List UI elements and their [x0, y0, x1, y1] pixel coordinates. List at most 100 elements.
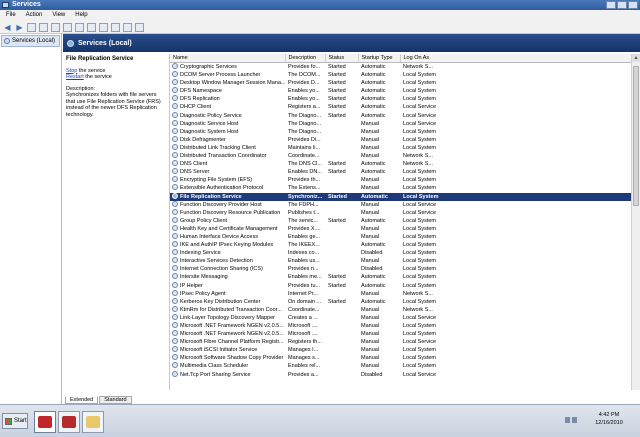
- table-row[interactable]: DCOM Server Process Launcher The DCOM... S…: [170, 71, 632, 79]
- table-row[interactable]: Microsoft .NET Framework NGEN v2.0.5... M…: [170, 322, 632, 330]
- table-row[interactable]: KtmRm for Distributed Transaction Coor..…: [170, 305, 632, 314]
- table-row[interactable]: DNS Client The DNS Cl... Started Automatic N…: [170, 160, 632, 168]
- table-row[interactable]: Multimedia Class Scheduler Enables rel...…: [170, 362, 632, 370]
- vertical-scrollbar[interactable]: ▲: [631, 54, 640, 390]
- service-description: Coordinate...: [288, 153, 320, 160]
- service-name: Intersite Messaging: [170, 273, 285, 281]
- table-row[interactable]: File Replication Service Synchroniz... Sta…: [170, 192, 632, 201]
- table-row[interactable]: DHCP Client Registers a... Started Automati…: [170, 103, 632, 111]
- column-header-log-on-as[interactable]: Log On As: [400, 54, 633, 63]
- service-startup-type: Manual: [361, 314, 380, 321]
- start-button[interactable]: Start: [2, 413, 28, 429]
- table-row[interactable]: Indexing Service Indexes co... Disabled Loc…: [170, 249, 632, 257]
- service-gear-icon: [172, 63, 178, 69]
- scroll-up-icon[interactable]: ▲: [632, 54, 640, 62]
- table-row[interactable]: Human Interface Device Access Enables ge.…: [170, 232, 632, 241]
- table-row[interactable]: Microsoft .NET Framework NGEN v2.0.5... M…: [170, 330, 632, 338]
- service-description: Enables DN...: [288, 169, 322, 176]
- column-header-status[interactable]: Status: [325, 54, 359, 63]
- minimize-button[interactable]: [606, 1, 616, 9]
- table-row[interactable]: Function Discovery Resource Publication P…: [170, 208, 632, 217]
- service-status: [325, 209, 358, 217]
- service-description: The Extens...: [288, 185, 321, 192]
- service-description: Enables us...: [288, 258, 320, 265]
- service-status: Started: [328, 64, 346, 70]
- windows-logo-icon: [5, 417, 12, 425]
- table-row[interactable]: Function Discovery Provider Host The FDPH…: [170, 200, 632, 209]
- service-gear-icon: [172, 346, 178, 353]
- table-row[interactable]: Distributed Link Tracking Client Maintain…: [170, 143, 632, 152]
- table-row[interactable]: Microsoft Fibre Channel Platform Registr…: [170, 338, 632, 346]
- show-hide-tree-icon[interactable]: [27, 22, 36, 32]
- table-row[interactable]: Encrypting File System (EFS) Provides th.…: [170, 176, 632, 184]
- stop-service-link[interactable]: Stop: [66, 68, 77, 74]
- stop-suffix: the service: [77, 67, 106, 74]
- service-log-on-as: Local System: [403, 363, 437, 370]
- stop-icon[interactable]: [111, 22, 120, 32]
- service-gear-icon: [172, 257, 178, 264]
- service-name: Microsoft iSCSI Initiator Service: [170, 346, 285, 354]
- table-row[interactable]: Diagnostic Policy Service The Diagno... St…: [170, 111, 632, 120]
- help-icon[interactable]: [75, 22, 84, 32]
- menu-action[interactable]: Action: [26, 10, 43, 21]
- play-icon[interactable]: [99, 22, 108, 32]
- table-row[interactable]: Desktop Window Manager Session Mana... Pr…: [170, 79, 632, 87]
- taskbar-server-manager-icon[interactable]: [34, 411, 56, 433]
- volume-icon[interactable]: [572, 417, 577, 423]
- console-grid-icon[interactable]: [39, 22, 48, 32]
- tab-extended[interactable]: Extended: [65, 396, 99, 404]
- restart-service-link[interactable]: Restart: [66, 74, 84, 80]
- taskbar-toolbox-icon[interactable]: [58, 411, 80, 433]
- column-header-name[interactable]: Name: [170, 54, 286, 63]
- export-list-icon[interactable]: [63, 22, 72, 32]
- table-row[interactable]: Intersite Messaging Enables me... Started A…: [170, 273, 632, 281]
- table-row[interactable]: Distributed Transaction Coordinator Coord…: [170, 152, 632, 160]
- restart-icon[interactable]: [135, 22, 144, 32]
- table-row[interactable]: Link-Layer Topology Discovery Mapper Crea…: [170, 313, 632, 322]
- service-description: Enables rel...: [288, 363, 321, 370]
- menu-file[interactable]: File: [6, 10, 16, 21]
- column-header-description[interactable]: Description: [285, 54, 326, 63]
- menu-view[interactable]: View: [52, 10, 65, 21]
- service-gear-icon: [172, 330, 178, 337]
- properties-icon[interactable]: [87, 22, 96, 32]
- service-name: Interactive Services Detection: [170, 257, 285, 265]
- table-row[interactable]: DFS Namespace Enables yo... Started Automat…: [170, 87, 632, 95]
- table-row[interactable]: Extensible Authentication Protocol The Ex…: [170, 184, 632, 192]
- table-row[interactable]: Disk Defragmenter Provides Di... Manual Loc…: [170, 135, 632, 144]
- table-row[interactable]: DNS Server Enables DN... Started Automatic L…: [170, 168, 632, 176]
- table-row[interactable]: DFS Replication Enables yo... Started Autom…: [170, 95, 632, 103]
- service-description: Registers a...: [288, 104, 321, 111]
- table-row[interactable]: Group Policy Client The servic... Started A…: [170, 216, 632, 225]
- menu-help[interactable]: Help: [75, 10, 87, 21]
- table-row[interactable]: IP Helper Provides tu... Started Automatic L…: [170, 281, 632, 290]
- table-row[interactable]: Interactive Services Detection Enables us…: [170, 257, 632, 265]
- table-row[interactable]: IPsec Policy Agent Internet Pr... Manual Ne…: [170, 289, 632, 298]
- table-row[interactable]: Health Key and Certificate Management Pro…: [170, 224, 632, 233]
- table-row[interactable]: Microsoft Software Shadow Copy Provider M…: [170, 354, 632, 362]
- forward-arrow-icon[interactable]: ▶: [15, 23, 24, 32]
- table-row[interactable]: Diagnostic System Host The Diagno... Manua…: [170, 127, 632, 136]
- table-row[interactable]: Internet Connection Sharing (ICS) Provide…: [170, 265, 632, 273]
- table-row[interactable]: Net.Tcp Port Sharing Service Provides a..…: [170, 370, 632, 379]
- back-arrow-icon[interactable]: ◀: [3, 23, 12, 32]
- network-icon[interactable]: [565, 417, 570, 423]
- maximize-button[interactable]: [617, 1, 627, 9]
- service-log-on-as: Local System: [403, 298, 437, 305]
- tree-item-services-local[interactable]: Services (Local): [1, 35, 60, 47]
- tab-standard[interactable]: Standard: [99, 396, 132, 404]
- table-row[interactable]: Cryptographic Services Provides fo... Star…: [170, 63, 632, 72]
- table-row[interactable]: Diagnostic Service Host The Diagno... Manu…: [170, 119, 632, 128]
- scroll-thumb[interactable]: [633, 66, 639, 206]
- refresh-icon[interactable]: [51, 22, 60, 32]
- taskbar-explorer-folder-icon[interactable]: [82, 411, 104, 433]
- table-row[interactable]: Microsoft iSCSI Initiator Service Manages…: [170, 346, 632, 354]
- column-header-startup-type[interactable]: Startup Type: [358, 54, 401, 63]
- close-button[interactable]: [628, 1, 638, 9]
- table-row[interactable]: Kerberos Key Distribution Center On domai…: [170, 297, 632, 306]
- service-name-text: Microsoft .NET Framework NGEN v2.0.5...: [180, 323, 284, 329]
- service-name-text: Encrypting File System (EFS): [180, 177, 253, 184]
- system-clock[interactable]: 4:42 PM 12/16/2010: [565, 411, 637, 433]
- pause-icon[interactable]: [123, 22, 132, 32]
- table-row[interactable]: IKE and AuthIP IPsec Keying Modules The I…: [170, 241, 632, 249]
